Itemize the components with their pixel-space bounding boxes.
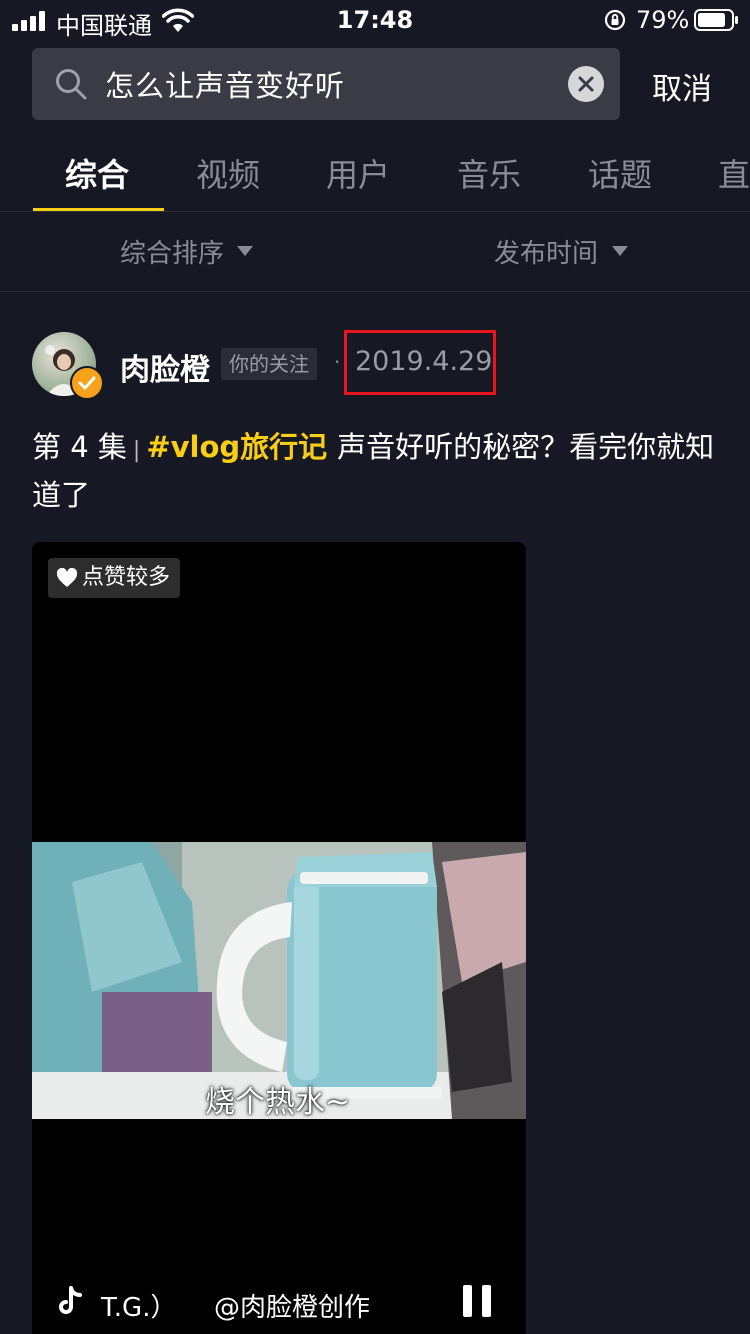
- likes-badge: 点赞较多: [48, 558, 181, 598]
- following-badge: 你的关注: [221, 348, 317, 380]
- divider: [0, 291, 750, 292]
- time-filter-label: 发布时间: [494, 239, 599, 269]
- music-author[interactable]: @肉脸橙创作: [214, 1287, 380, 1324]
- sort-filter[interactable]: 综合排序: [120, 233, 224, 270]
- tab-users[interactable]: 用户: [326, 150, 390, 196]
- hashtag-link[interactable]: #vlog旅行记: [146, 430, 327, 464]
- author-name[interactable]: 肉脸橙: [120, 345, 210, 389]
- date-highlight-box: [344, 330, 496, 395]
- tab-live[interactable]: 直: [718, 150, 750, 196]
- divider: [0, 211, 750, 212]
- search-icon: [56, 69, 87, 100]
- separator-dot: ·: [334, 350, 341, 374]
- sort-filter-label: 综合排序: [120, 239, 225, 269]
- tab-topics[interactable]: 话题: [588, 150, 652, 196]
- heart-icon: [56, 567, 78, 587]
- music-title[interactable]: T.G.）: [101, 1287, 176, 1324]
- tab-comprehensive[interactable]: 综合: [65, 150, 129, 196]
- status-bar: 中国联通 17:48 79%: [0, 0, 750, 40]
- cancel-button[interactable]: 取消: [652, 64, 712, 108]
- post-caption: 第 4 集 | #vlog旅行记 声音好听的秘密？看完你就知道了: [32, 425, 722, 517]
- verified-badge-icon: [70, 366, 104, 400]
- battery-icon: [694, 9, 738, 31]
- rotation-lock-icon: [604, 9, 626, 31]
- likes-badge-label: 点赞较多: [82, 565, 171, 590]
- tab-video[interactable]: 视频: [196, 150, 260, 196]
- time-filter[interactable]: 发布时间: [494, 233, 598, 270]
- pause-icon[interactable]: [463, 1285, 493, 1317]
- video-subtitle: 烧个热水~: [205, 1085, 351, 1120]
- chevron-down-icon: [237, 246, 253, 256]
- search-input[interactable]: 怎么让声音变好听: [105, 63, 345, 105]
- tab-music[interactable]: 音乐: [457, 150, 521, 196]
- battery-percent: 79%: [636, 6, 690, 34]
- chevron-down-icon: [612, 246, 628, 256]
- episode-label: 第 4 集: [32, 430, 127, 464]
- music-note-icon: [59, 1286, 82, 1314]
- caption-divider: |: [132, 438, 141, 463]
- clear-search-icon[interactable]: [568, 66, 604, 102]
